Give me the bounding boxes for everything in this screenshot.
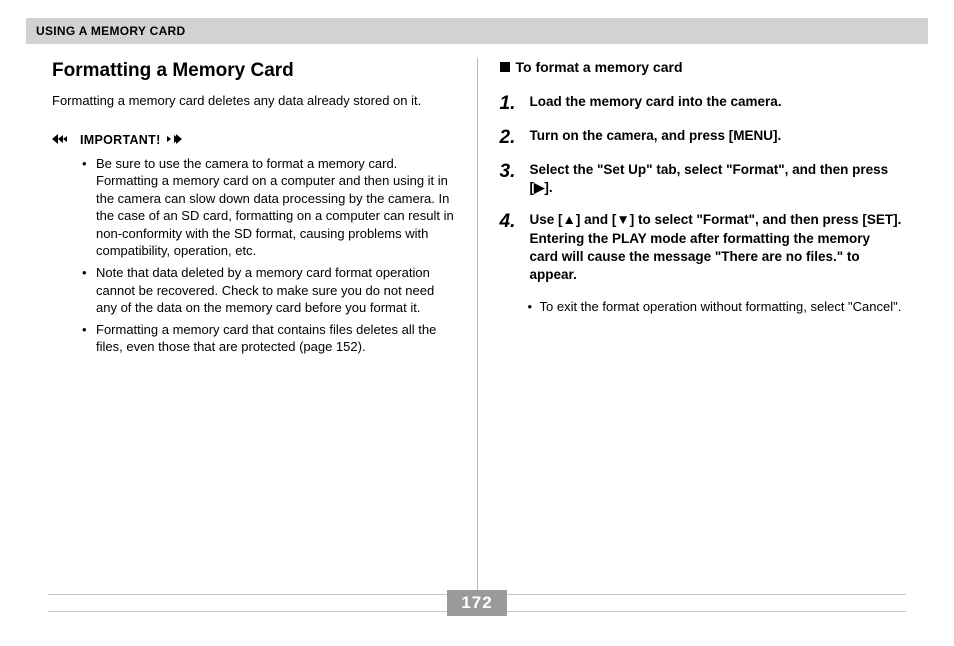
intro-text: Formatting a memory card deletes any dat… — [52, 92, 455, 110]
procedure-steps: 1. Load the memory card into the camera.… — [500, 93, 903, 284]
step-note-item: To exit the format operation without for… — [530, 298, 903, 316]
important-heading: IMPORTANT! — [52, 131, 455, 149]
square-bullet-icon — [500, 62, 510, 72]
manual-page: USING A MEMORY CARD Formatting a Memory … — [0, 0, 954, 646]
content-columns: Formatting a Memory Card Formatting a me… — [26, 58, 928, 590]
step-item: 1. Load the memory card into the camera. — [500, 93, 903, 113]
step-number: 1. — [500, 93, 522, 113]
procedure-heading: To format a memory card — [500, 58, 903, 77]
procedure-heading-text: To format a memory card — [516, 58, 683, 77]
important-left-icon — [52, 131, 74, 149]
page-footer: 172 — [26, 590, 928, 616]
section-header-bar: USING A MEMORY CARD — [26, 18, 928, 44]
important-bullet-item: Note that data deleted by a memory card … — [86, 264, 455, 317]
step-text: Load the memory card into the camera. — [530, 93, 903, 113]
important-bullet-item: Formatting a memory card that contains f… — [86, 321, 455, 356]
step-item: 4. Use [▲] and [▼] to select "Format", a… — [500, 211, 903, 284]
page-title: Formatting a Memory Card — [52, 58, 455, 84]
important-bullet-item: Be sure to use the camera to format a me… — [86, 155, 455, 260]
right-column: To format a memory card 1. Load the memo… — [478, 58, 929, 590]
page-number: 172 — [447, 590, 506, 616]
step-number: 4. — [500, 211, 522, 284]
step-item: 3. Select the "Set Up" tab, select "Form… — [500, 161, 903, 197]
important-bullet-list: Be sure to use the camera to format a me… — [52, 155, 455, 356]
step-note-list: To exit the format operation without for… — [500, 298, 903, 316]
section-header-text: USING A MEMORY CARD — [36, 24, 185, 38]
step-number: 2. — [500, 127, 522, 147]
step-text: Select the "Set Up" tab, select "Format"… — [530, 161, 903, 197]
step-text: Turn on the camera, and press [MENU]. — [530, 127, 903, 147]
step-text: Use [▲] and [▼] to select "Format", and … — [530, 211, 903, 284]
important-right-icon — [167, 131, 189, 149]
step-item: 2. Turn on the camera, and press [MENU]. — [500, 127, 903, 147]
step-number: 3. — [500, 161, 522, 197]
important-label: IMPORTANT! — [80, 132, 161, 149]
left-column: Formatting a Memory Card Formatting a me… — [26, 58, 477, 590]
